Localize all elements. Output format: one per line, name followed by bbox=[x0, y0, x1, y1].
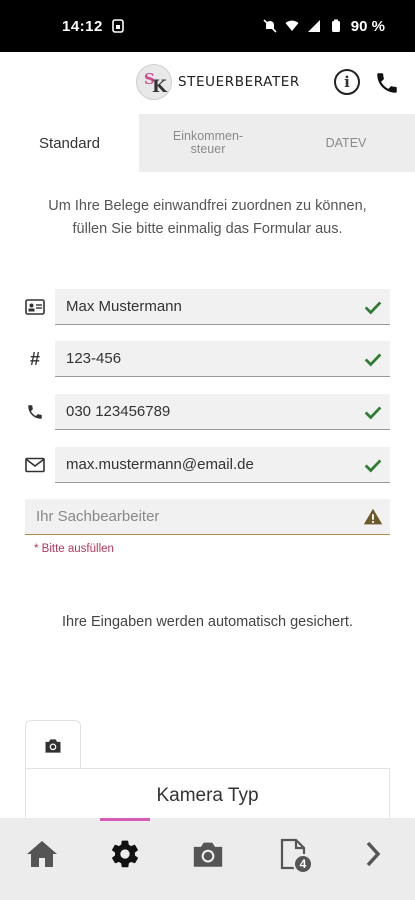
info-icon[interactable]: i bbox=[334, 69, 360, 95]
tab-standard-label: Standard bbox=[39, 134, 100, 152]
nav-next[interactable] bbox=[353, 834, 393, 874]
number-field[interactable]: 123-456 bbox=[55, 341, 390, 377]
gear-icon bbox=[112, 840, 138, 868]
nav-documents[interactable]: 4 bbox=[273, 834, 313, 874]
form-row-email: max.mustermann@email.de bbox=[0, 447, 415, 483]
status-bar: 14:12 90 % bbox=[0, 0, 415, 52]
camera-type-title: Kamera Typ bbox=[156, 785, 259, 806]
status-time: 14:12 bbox=[62, 17, 103, 35]
camera-tab[interactable] bbox=[25, 720, 81, 770]
camera-icon bbox=[45, 738, 61, 753]
id-card-icon bbox=[24, 297, 46, 317]
logo: SK STEUERBERATER bbox=[136, 64, 300, 100]
autosave-note: Ihre Eingaben werden automatisch gesiche… bbox=[62, 614, 353, 630]
check-icon bbox=[364, 352, 382, 366]
name-field[interactable]: Max Mustermann bbox=[55, 289, 390, 325]
active-indicator bbox=[100, 818, 150, 821]
battery-level: 90 % bbox=[350, 17, 385, 35]
tab-einkommensteuer[interactable]: Einkommen-steuer bbox=[139, 114, 277, 172]
nav-camera[interactable] bbox=[188, 834, 228, 874]
clerk-field[interactable]: Ihr Sachbearbeiter bbox=[25, 499, 390, 535]
mail-icon bbox=[24, 455, 46, 475]
bottom-nav: 4 bbox=[0, 818, 415, 900]
check-icon bbox=[364, 300, 382, 314]
phone-icon[interactable] bbox=[374, 70, 400, 96]
nav-home[interactable] bbox=[22, 834, 62, 874]
app-header: SK STEUERBERATER i bbox=[0, 52, 415, 114]
tab-datev[interactable]: DATEV bbox=[277, 114, 415, 172]
phone-field[interactable]: 030 123456789 bbox=[55, 394, 390, 430]
check-icon bbox=[364, 405, 382, 419]
tab-einkommensteuer-label: Einkommen-steuer bbox=[172, 129, 244, 156]
nav-settings[interactable] bbox=[105, 834, 145, 874]
warning-icon bbox=[363, 508, 383, 524]
logo-mark: SK bbox=[136, 64, 172, 100]
intro-text: Um Ihre Belege einwandfrei zuordnen zu k… bbox=[48, 198, 367, 237]
sim-icon bbox=[112, 19, 124, 33]
home-icon bbox=[27, 841, 57, 867]
battery-icon bbox=[331, 19, 340, 32]
tab-bar: Standard Einkommen-steuer DATEV bbox=[0, 114, 415, 172]
logo-text: STEUERBERATER bbox=[178, 74, 300, 90]
camera-icon bbox=[193, 842, 223, 867]
tab-standard[interactable]: Standard bbox=[0, 114, 139, 172]
required-hint: * Bitte ausfüllen bbox=[34, 543, 114, 555]
document-count-badge: 4 bbox=[293, 854, 313, 874]
form-row-phone: 030 123456789 bbox=[0, 394, 415, 430]
tab-datev-label: DATEV bbox=[325, 135, 367, 150]
wifi-icon bbox=[285, 20, 299, 31]
mute-icon bbox=[263, 19, 277, 33]
form-row-number: # 123-456 bbox=[0, 341, 415, 377]
check-icon bbox=[364, 458, 382, 472]
hash-icon: # bbox=[29, 348, 40, 369]
signal-icon bbox=[307, 20, 320, 32]
email-field[interactable]: max.mustermann@email.de bbox=[55, 447, 390, 483]
phone-icon bbox=[24, 402, 46, 422]
form-row-name: Max Mustermann bbox=[0, 289, 415, 325]
chevron-right-icon bbox=[366, 841, 381, 867]
form-row-clerk: Ihr Sachbearbeiter bbox=[0, 499, 415, 535]
